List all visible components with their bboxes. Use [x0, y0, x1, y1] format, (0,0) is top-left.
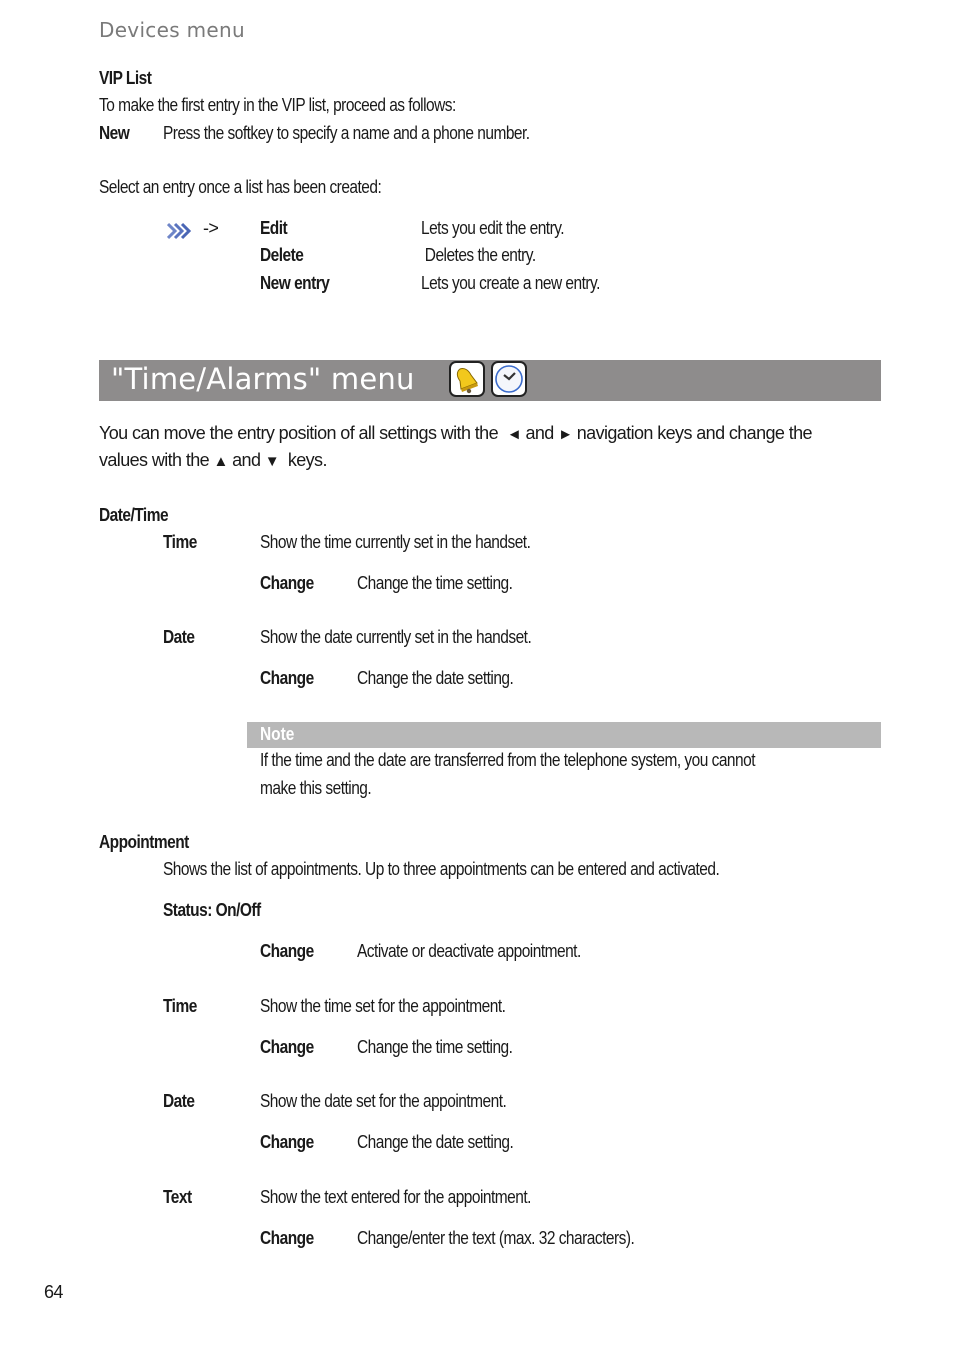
note-bar: Note [247, 722, 881, 748]
clock-icon [491, 361, 527, 397]
option-delete-label: Delete [260, 245, 304, 265]
bell-icon [449, 361, 485, 397]
section-title: "Time/Alarms" menu [111, 362, 415, 396]
appointment-desc: Shows the list of appointments. Up to th… [163, 859, 720, 879]
appt-date-change-desc: Change the date setting. [357, 1132, 514, 1152]
appt-text-desc: Show the text entered for the appointmen… [260, 1187, 531, 1207]
dt-time-change-softkey: Change [260, 573, 314, 593]
options-chevrons-icon [166, 222, 193, 240]
note-label: Note [260, 724, 295, 744]
dt-date-change-desc: Change the date setting. [357, 668, 514, 688]
appt-date-change-softkey: Change [260, 1132, 314, 1152]
right-key-icon: ► [558, 426, 573, 443]
appt-time-label: Time [163, 996, 197, 1016]
new-softkey-desc: Press the softkey to specify a name and … [163, 123, 530, 143]
select-intro: Select an entry once a list has been cre… [99, 177, 382, 197]
appt-time-desc: Show the time set for the appointment. [260, 996, 506, 1016]
down-key-icon: ▼ [264, 453, 280, 470]
note-text-line-1: If the time and the date are transferred… [260, 750, 755, 770]
option-new-entry-label: New entry [260, 273, 330, 293]
dt-time-change-desc: Change the time setting. [357, 573, 513, 593]
status-change-desc: Activate or deactivate appointment. [357, 941, 581, 961]
page-number: 64 [44, 1282, 63, 1302]
option-edit-desc: Lets you edit the entry. [421, 218, 565, 238]
status-change-softkey: Change [260, 941, 314, 961]
vip-list-intro: To make the first entry in the VIP list,… [99, 95, 456, 115]
dt-date-change-softkey: Change [260, 668, 314, 688]
options-arrow: -> [203, 218, 219, 238]
dt-time-label: Time [163, 532, 197, 552]
intro-line-2: values with the ▲ and ▼ keys. [99, 450, 327, 470]
option-delete-desc: Deletes the entry. [421, 245, 536, 265]
option-new-entry-desc: Lets you create a new entry. [421, 273, 600, 293]
appt-date-label: Date [163, 1091, 195, 1111]
status-label: Status: On/Off [163, 900, 261, 920]
option-edit-label: Edit [260, 218, 288, 238]
left-key-icon: ◄ [506, 426, 522, 443]
appt-time-change-desc: Change the time setting. [357, 1037, 513, 1057]
vip-list-heading: VIP List [99, 68, 152, 88]
section-header-bar: "Time/Alarms" menu [99, 360, 881, 401]
up-key-icon: ▲ [213, 453, 228, 470]
appt-text-label: Text [163, 1187, 192, 1207]
note-text-line-2: make this setting. [260, 778, 372, 798]
appointment-heading: Appointment [99, 832, 189, 852]
appt-text-change-softkey: Change [260, 1228, 314, 1248]
dt-date-label: Date [163, 627, 195, 647]
dt-date-desc: Show the date currently set in the hands… [260, 627, 532, 647]
appt-time-change-softkey: Change [260, 1037, 314, 1057]
date-time-heading: Date/Time [99, 505, 169, 525]
running-head: Devices menu [99, 18, 245, 42]
dt-time-desc: Show the time currently set in the hands… [260, 532, 531, 552]
intro-line-1: You can move the entry position of all s… [99, 423, 813, 443]
appt-text-change-desc: Change/enter the text (max. 32 character… [357, 1228, 635, 1248]
appt-date-desc: Show the date set for the appointment. [260, 1091, 507, 1111]
new-softkey: New [99, 123, 130, 143]
